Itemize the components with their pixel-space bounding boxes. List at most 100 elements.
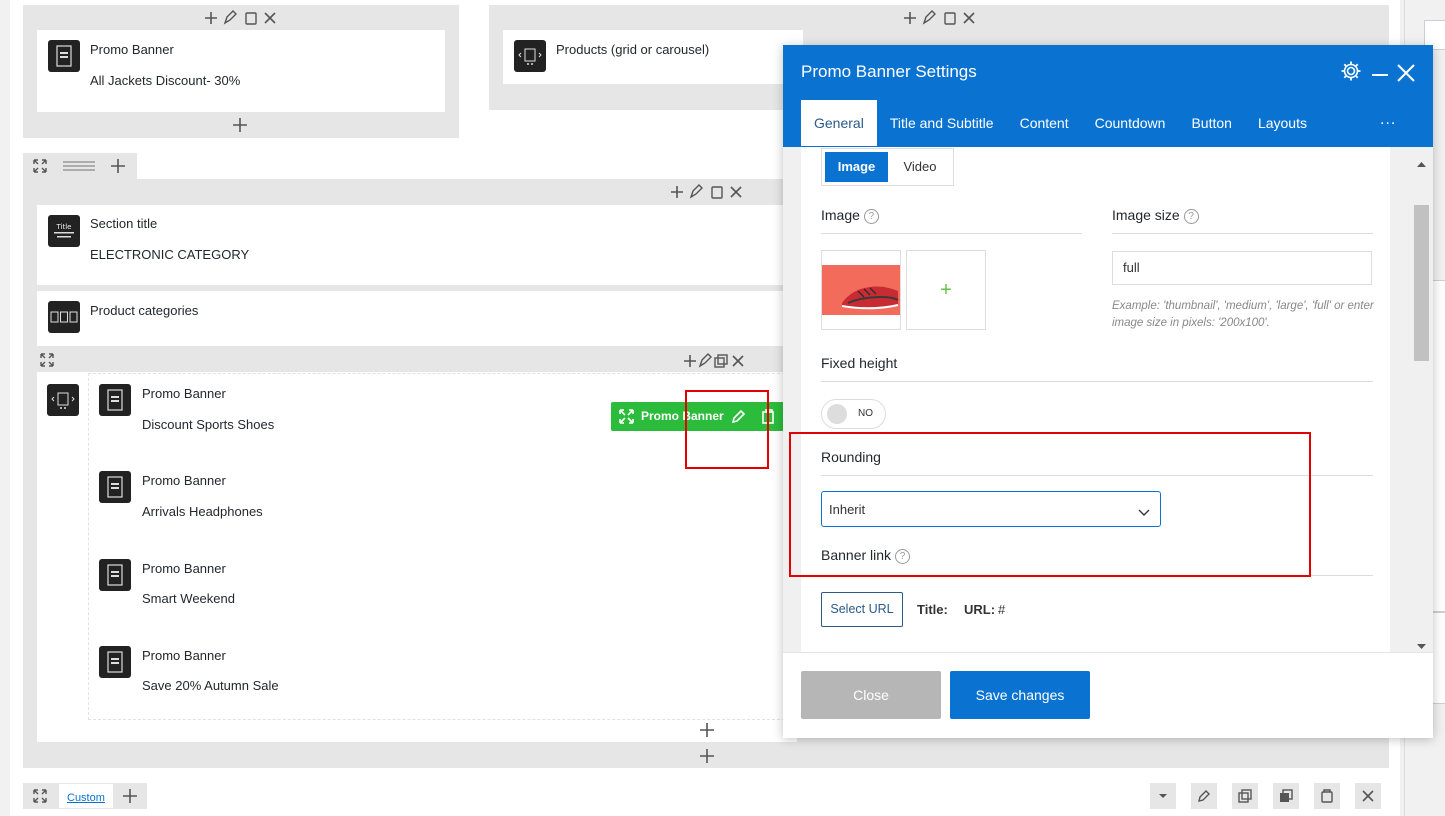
highlight-box-rounding (789, 432, 1311, 577)
promo-banner-settings-modal: Promo Banner Settings General Title and … (783, 45, 1433, 738)
carousel-item-3[interactable]: Promo Banner Save 20% Autumn Sale (99, 646, 399, 702)
move-element-icon[interactable] (619, 409, 634, 429)
link-url-value: # (998, 602, 1006, 617)
element-subtitle: Save 20% Autumn Sale (142, 678, 279, 693)
modal-header: Promo Banner Settings General Title and … (783, 45, 1433, 147)
element-promo-banner-top[interactable]: Promo Banner All Jackets Discount- 30% (37, 30, 445, 112)
element-subtitle: Discount Sports Shoes (142, 417, 275, 432)
element-products-grid[interactable]: Products (grid or carousel) (503, 30, 803, 84)
fixed-height-divider (821, 381, 1373, 382)
expand-row-icon[interactable] (33, 159, 47, 178)
image-divider (821, 233, 1082, 234)
section-title-icon: Title (48, 215, 80, 247)
modal-footer: Close Save changes (783, 652, 1433, 738)
copy-row-button[interactable] (1273, 783, 1299, 809)
close-modal-icon[interactable] (1396, 63, 1416, 88)
carousel-item-1[interactable]: Promo Banner Arrivals Headphones (99, 471, 399, 527)
promo-banner-icon (99, 559, 131, 591)
promo-banner-icon (99, 646, 131, 678)
add-element-plus-icon[interactable] (232, 117, 248, 133)
delete-row-button[interactable] (1314, 783, 1340, 809)
add-bottom-row-plus-icon[interactable] (122, 788, 138, 809)
element-title: Promo Banner (142, 386, 226, 401)
tab-button[interactable]: Button (1178, 100, 1244, 146)
modal-tabs: General Title and Subtitle Content Count… (801, 100, 1320, 146)
settings-gear-icon[interactable] (1340, 60, 1362, 87)
element-section-title[interactable]: Title Section title ELECTRONIC CATEGORY (37, 205, 797, 285)
scroll-down-arrow-icon[interactable] (1417, 637, 1426, 652)
add-carousel-item-plus-icon[interactable] (699, 722, 715, 743)
custom-layout-link[interactable]: Custom (59, 784, 113, 808)
tab-general[interactable]: General (801, 100, 877, 146)
duplicate-row-button[interactable] (1232, 783, 1258, 809)
fixed-height-toggle[interactable]: NO (821, 399, 886, 429)
link-url-label: URL: (964, 602, 996, 617)
image-help-icon[interactable]: ? (863, 208, 879, 224)
row-layout-icon[interactable] (62, 159, 96, 178)
more-tabs-button[interactable]: ... (1380, 111, 1396, 129)
element-title: Promo Banner (142, 561, 226, 576)
modal-scrollbar[interactable] (1413, 147, 1430, 652)
save-changes-button[interactable]: Save changes (950, 671, 1090, 719)
top-left-column-controls (203, 9, 283, 27)
media-toggle: Image Video (821, 148, 954, 186)
element-subtitle: Arrivals Headphones (142, 504, 263, 519)
image-size-label: Image size? (1112, 207, 1199, 224)
expand-carousel-icon[interactable] (40, 353, 54, 372)
highlight-box-edit (685, 390, 769, 469)
top-right-column-controls[interactable] (902, 9, 982, 32)
expand-bottom-row-icon[interactable] (33, 789, 47, 808)
edit-row-button[interactable] (1191, 783, 1217, 809)
image-size-input[interactable]: full (1112, 251, 1372, 285)
image-label-text: Image (821, 207, 860, 223)
tab-countdown[interactable]: Countdown (1082, 100, 1179, 146)
element-title: Promo Banner (142, 473, 226, 488)
carousel-item-0[interactable]: Promo Banner Discount Sports Shoes (99, 384, 399, 440)
element-subtitle: ELECTRONIC CATEGORY (90, 247, 250, 262)
promo-banner-icon (99, 471, 131, 503)
element-title: Promo Banner (90, 42, 174, 57)
element-title: Promo Banner (142, 648, 226, 663)
element-product-categories[interactable]: Product categories (37, 291, 797, 346)
product-categories-icon (48, 301, 80, 333)
products-carousel-icon (514, 40, 546, 72)
svg-text:Title: Title (55, 223, 71, 231)
modal-title: Promo Banner Settings (801, 62, 977, 81)
collapse-row-button[interactable] (1150, 783, 1176, 809)
image-size-divider (1112, 233, 1373, 234)
element-title: Product categories (90, 303, 199, 318)
select-url-button[interactable]: Select URL (821, 592, 903, 627)
minimize-icon[interactable] (1372, 74, 1388, 76)
carousel-icon (47, 384, 79, 416)
close-button[interactable]: Close (801, 671, 941, 719)
media-image-button[interactable]: Image (825, 152, 888, 182)
element-subtitle: All Jackets Discount- 30% (90, 73, 241, 88)
main-column-controls[interactable] (669, 183, 749, 206)
add-row-plus-icon[interactable] (110, 158, 126, 179)
add-image-button[interactable]: + (906, 250, 986, 330)
tab-content[interactable]: Content (1007, 100, 1082, 146)
promo-banner-icon (99, 384, 131, 416)
image-size-help-icon[interactable]: ? (1183, 208, 1199, 224)
tab-title-and-subtitle[interactable]: Title and Subtitle (877, 100, 1007, 146)
column-controls-icons[interactable] (203, 9, 283, 27)
image-size-label-text: Image size (1112, 207, 1180, 223)
image-size-help-text: Example: 'thumbnail', 'medium', 'large',… (1112, 300, 1374, 329)
image-label: Image? (821, 207, 879, 224)
fixed-height-label: Fixed height (821, 355, 898, 371)
toggle-state-label: NO (858, 408, 873, 419)
carousel-item-2[interactable]: Promo Banner Smart Weekend (99, 559, 399, 615)
element-subtitle: Smart Weekend (142, 591, 235, 606)
scroll-up-arrow-icon[interactable] (1417, 154, 1426, 172)
element-title: Section title (90, 216, 158, 231)
tab-layouts[interactable]: Layouts (1245, 100, 1320, 146)
scroll-thumb[interactable] (1414, 205, 1429, 361)
link-title-label: Title: (917, 602, 948, 617)
element-title: Products (grid or carousel) (556, 42, 710, 57)
image-thumbnail[interactable] (821, 250, 901, 330)
promo-banner-icon (48, 40, 80, 72)
close-row-button[interactable] (1355, 783, 1381, 809)
media-video-button[interactable]: Video (892, 152, 948, 182)
toggle-knob (827, 404, 847, 424)
add-element-plus-icon-2[interactable] (699, 748, 715, 769)
